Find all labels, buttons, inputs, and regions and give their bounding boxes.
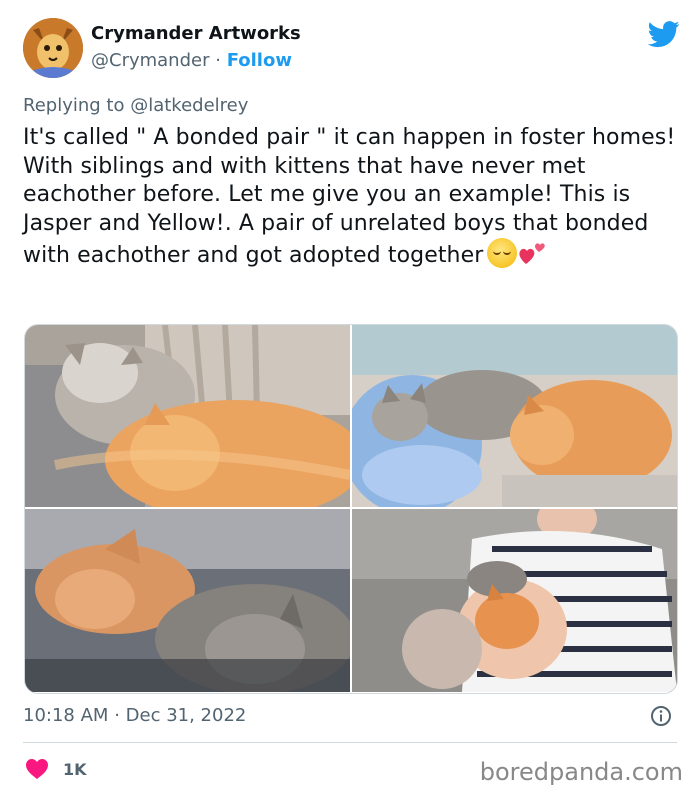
replying-to: Replying to @latkedelrey xyxy=(23,95,248,116)
twitter-bird-icon[interactable] xyxy=(648,18,680,50)
replying-prefix: Replying to xyxy=(23,95,125,116)
divider xyxy=(23,742,677,743)
author-handle[interactable]: @Crymander xyxy=(91,50,210,71)
photo-kittens-on-blanket[interactable] xyxy=(25,325,350,507)
photo-kittens-sleeping-close[interactable] xyxy=(25,509,350,692)
author-info: Crymander Artworks @Crymander · Follow xyxy=(91,22,301,74)
info-icon[interactable] xyxy=(650,705,672,727)
relieved-face-emoji xyxy=(487,238,518,269)
tweet-text: It's called " A bonded pair " it can hap… xyxy=(23,124,683,271)
photo-kittens-on-blue-pillow[interactable] xyxy=(352,325,677,507)
avatar[interactable] xyxy=(23,18,83,78)
two-hearts-emoji xyxy=(519,243,546,265)
like-count: 1K xyxy=(63,759,87,779)
watermark: boredpanda.com xyxy=(479,758,683,786)
heart-icon[interactable] xyxy=(25,758,49,780)
follow-button[interactable]: Follow xyxy=(227,50,292,71)
handle-separator: · xyxy=(215,50,221,71)
tweet-header: Crymander Artworks @Crymander · Follow xyxy=(23,18,680,80)
tweet-timestamp[interactable]: 10:18 AM · Dec 31, 2022 xyxy=(23,705,246,726)
author-handle-row: @Crymander · Follow xyxy=(91,48,301,74)
tweet-body: It's called " A bonded pair " it can hap… xyxy=(23,125,676,269)
tweet-time: 10:18 AM xyxy=(23,705,109,726)
timestamp-separator: · xyxy=(114,705,120,726)
tweet-date: Dec 31, 2022 xyxy=(125,705,247,726)
like-action[interactable]: 1K xyxy=(25,757,87,781)
author-display-name[interactable]: Crymander Artworks xyxy=(91,22,301,46)
photo-person-holding-kittens[interactable] xyxy=(352,509,677,692)
media-grid xyxy=(24,324,678,694)
reply-mention-link[interactable]: @latkedelrey xyxy=(130,95,248,116)
